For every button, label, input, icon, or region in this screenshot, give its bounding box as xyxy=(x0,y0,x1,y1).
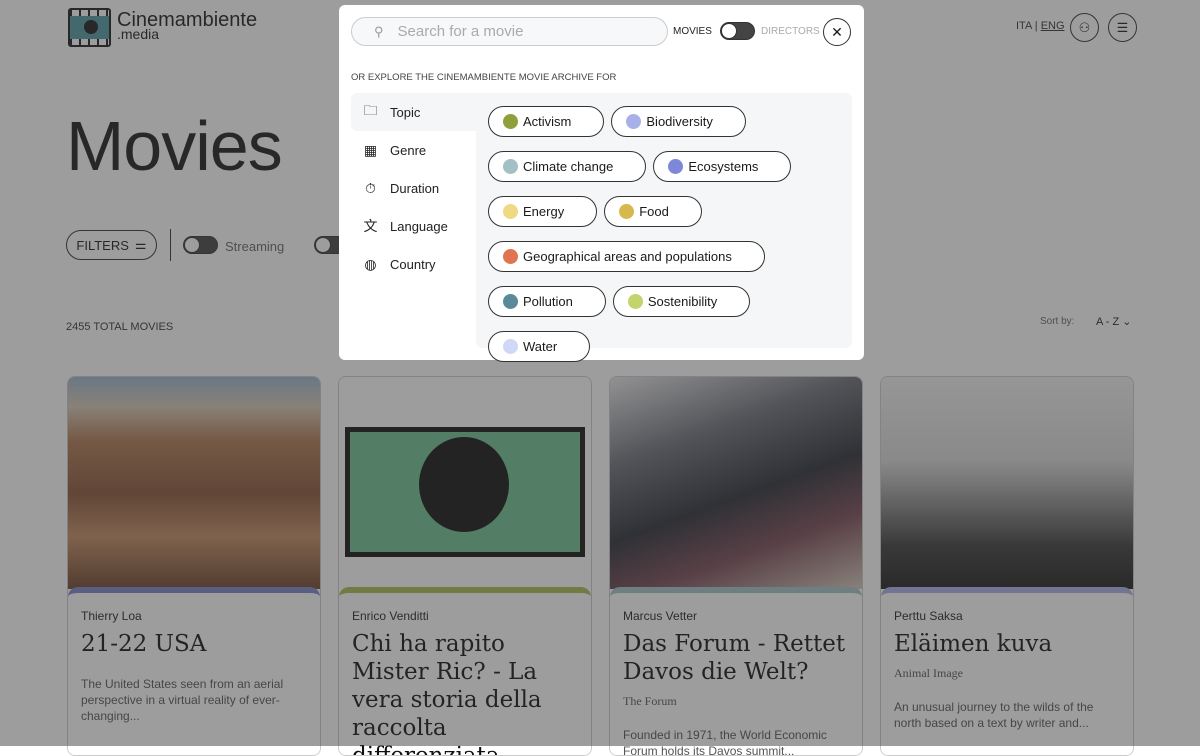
topic-color-dot xyxy=(627,294,643,309)
category-topic[interactable]: 🗀 Topic xyxy=(351,93,476,131)
category-duration[interactable]: ⏱ Duration xyxy=(351,169,476,207)
topic-chip[interactable]: Climate change xyxy=(488,151,647,182)
movies-directors-toggle[interactable] xyxy=(720,22,755,40)
topic-color-dot xyxy=(503,249,518,264)
category-label: Duration xyxy=(390,180,440,196)
category-label: Language xyxy=(390,218,448,234)
topic-label: Biodiversity xyxy=(646,114,713,129)
topic-label: Sostenibility xyxy=(647,294,718,309)
topic-color-dot xyxy=(503,204,518,219)
topic-label: Geographical areas and populations xyxy=(523,249,732,264)
topic-chips: Activism Biodiversity Climate change Ecosys… xyxy=(476,93,852,362)
folder-icon: 🗀 xyxy=(363,102,378,118)
directors-label: DIRECTORS xyxy=(761,26,820,37)
explore-label: OR EXPLORE THE CINEMAMBIENTE MOVIE ARCHI… xyxy=(351,72,617,83)
topic-color-dot xyxy=(668,159,684,174)
globe-icon: ◍ xyxy=(364,255,377,272)
topic-color-dot xyxy=(503,114,518,129)
category-label: Topic xyxy=(390,104,421,120)
topic-chip[interactable]: Energy xyxy=(488,196,598,227)
topic-label: Ecosystems xyxy=(688,159,759,174)
search-bar[interactable]: ⚲ xyxy=(351,17,668,46)
topic-chip[interactable]: Pollution xyxy=(488,286,606,317)
category-country[interactable]: ◍ Country xyxy=(351,245,476,283)
topic-color-dot xyxy=(503,339,518,354)
topic-chip[interactable]: Biodiversity xyxy=(611,106,746,137)
topic-chip[interactable]: Activism xyxy=(488,106,605,137)
search-icon: ⚲ xyxy=(374,23,384,39)
topic-label: Pollution xyxy=(523,294,573,309)
stopwatch-icon: ⏱ xyxy=(365,179,376,196)
topic-color-dot xyxy=(503,294,518,309)
close-icon: ✕ xyxy=(831,23,843,40)
topic-chip[interactable]: Food xyxy=(604,196,702,227)
topic-label: Activism xyxy=(523,114,572,129)
topic-label: Energy xyxy=(523,204,565,219)
topic-chip[interactable]: Geographical areas and populations xyxy=(488,241,765,272)
topic-color-dot xyxy=(626,114,642,129)
category-genre[interactable]: ▦ Genre xyxy=(351,131,476,169)
film-icon: ▦ xyxy=(363,141,378,158)
topic-chip[interactable]: Ecosystems xyxy=(653,151,792,182)
translate-icon: 文 xyxy=(363,218,378,234)
close-button[interactable]: ✕ xyxy=(823,18,851,46)
movies-label: MOVIES xyxy=(673,26,712,37)
category-language[interactable]: 文 Language xyxy=(351,207,476,245)
topic-chip[interactable]: Sostenibility xyxy=(612,286,751,317)
topic-color-dot xyxy=(619,204,635,219)
topic-label: Food xyxy=(639,204,669,219)
category-label: Country xyxy=(390,256,436,272)
topic-label: Water xyxy=(523,339,558,354)
topic-chip[interactable]: Water xyxy=(488,331,591,362)
topic-label: Climate change xyxy=(523,159,614,174)
search-modal: ⚲ MOVIES DIRECTORS ✕ OR EXPLORE THE CINE… xyxy=(339,5,864,362)
category-list: 🗀 Topic ▦ Genre ⏱ Duration 文 Language ◍ Count… xyxy=(351,93,476,283)
category-label: Genre xyxy=(390,142,427,158)
topic-color-dot xyxy=(503,159,518,174)
search-input[interactable] xyxy=(397,23,648,40)
